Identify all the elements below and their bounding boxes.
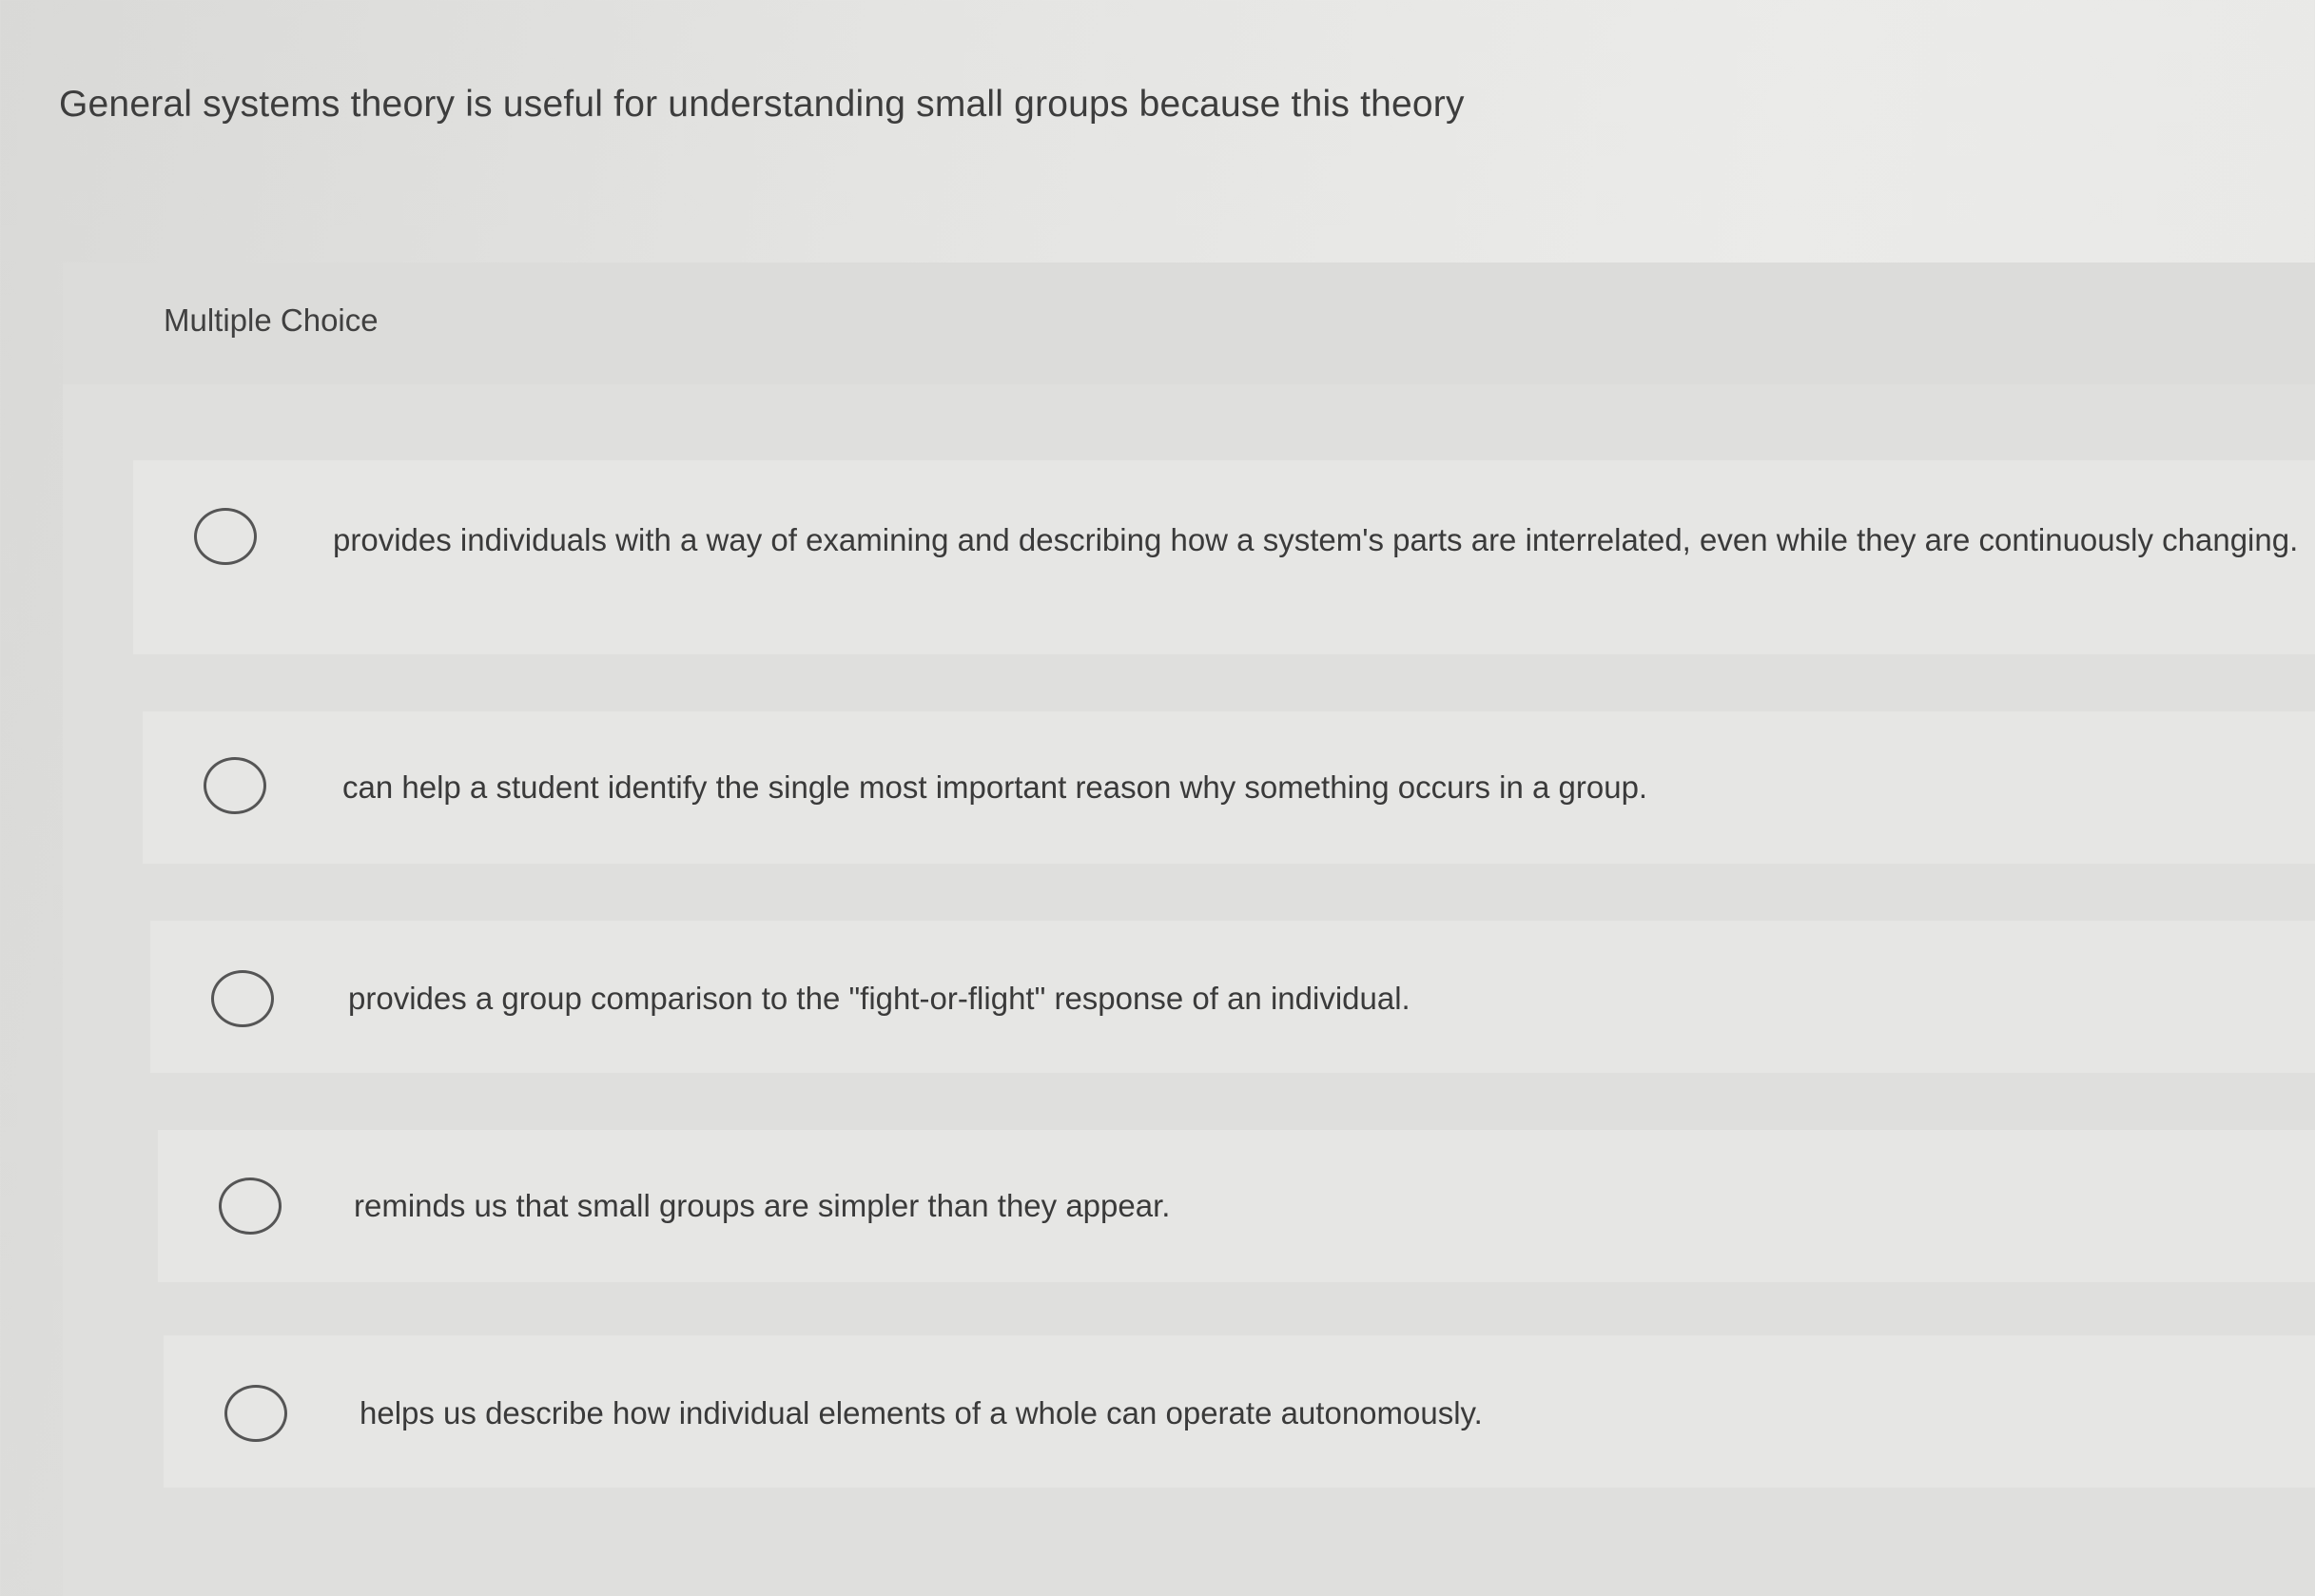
radio-button-option-1[interactable]: [194, 508, 257, 565]
answer-option-5[interactable]: helps us describe how individual element…: [164, 1335, 2315, 1488]
question-type-label: Multiple Choice: [164, 302, 379, 338]
answer-option-3-text: provides a group comparison to the "figh…: [348, 981, 1410, 1016]
radio-button-option-5[interactable]: [224, 1385, 287, 1442]
panel-header: Multiple Choice: [63, 263, 2315, 384]
answer-option-4[interactable]: reminds us that small groups are simpler…: [158, 1130, 2315, 1282]
radio-button-option-3[interactable]: [211, 970, 274, 1027]
answer-option-1-text: provides individuals with a way of exami…: [333, 522, 2299, 557]
answer-option-1[interactable]: provides individuals with a way of exami…: [133, 460, 2315, 654]
radio-button-option-4[interactable]: [219, 1178, 282, 1235]
answer-option-5-text: helps us describe how individual element…: [360, 1395, 1483, 1431]
answer-option-4-text: reminds us that small groups are simpler…: [354, 1188, 1171, 1223]
answer-option-2[interactable]: can help a student identify the single m…: [143, 711, 2315, 864]
answer-option-3[interactable]: provides a group comparison to the "figh…: [150, 921, 2315, 1073]
answer-option-2-text: can help a student identify the single m…: [342, 769, 1648, 805]
radio-button-option-2[interactable]: [204, 757, 266, 814]
question-text: General systems theory is useful for und…: [59, 84, 1465, 125]
